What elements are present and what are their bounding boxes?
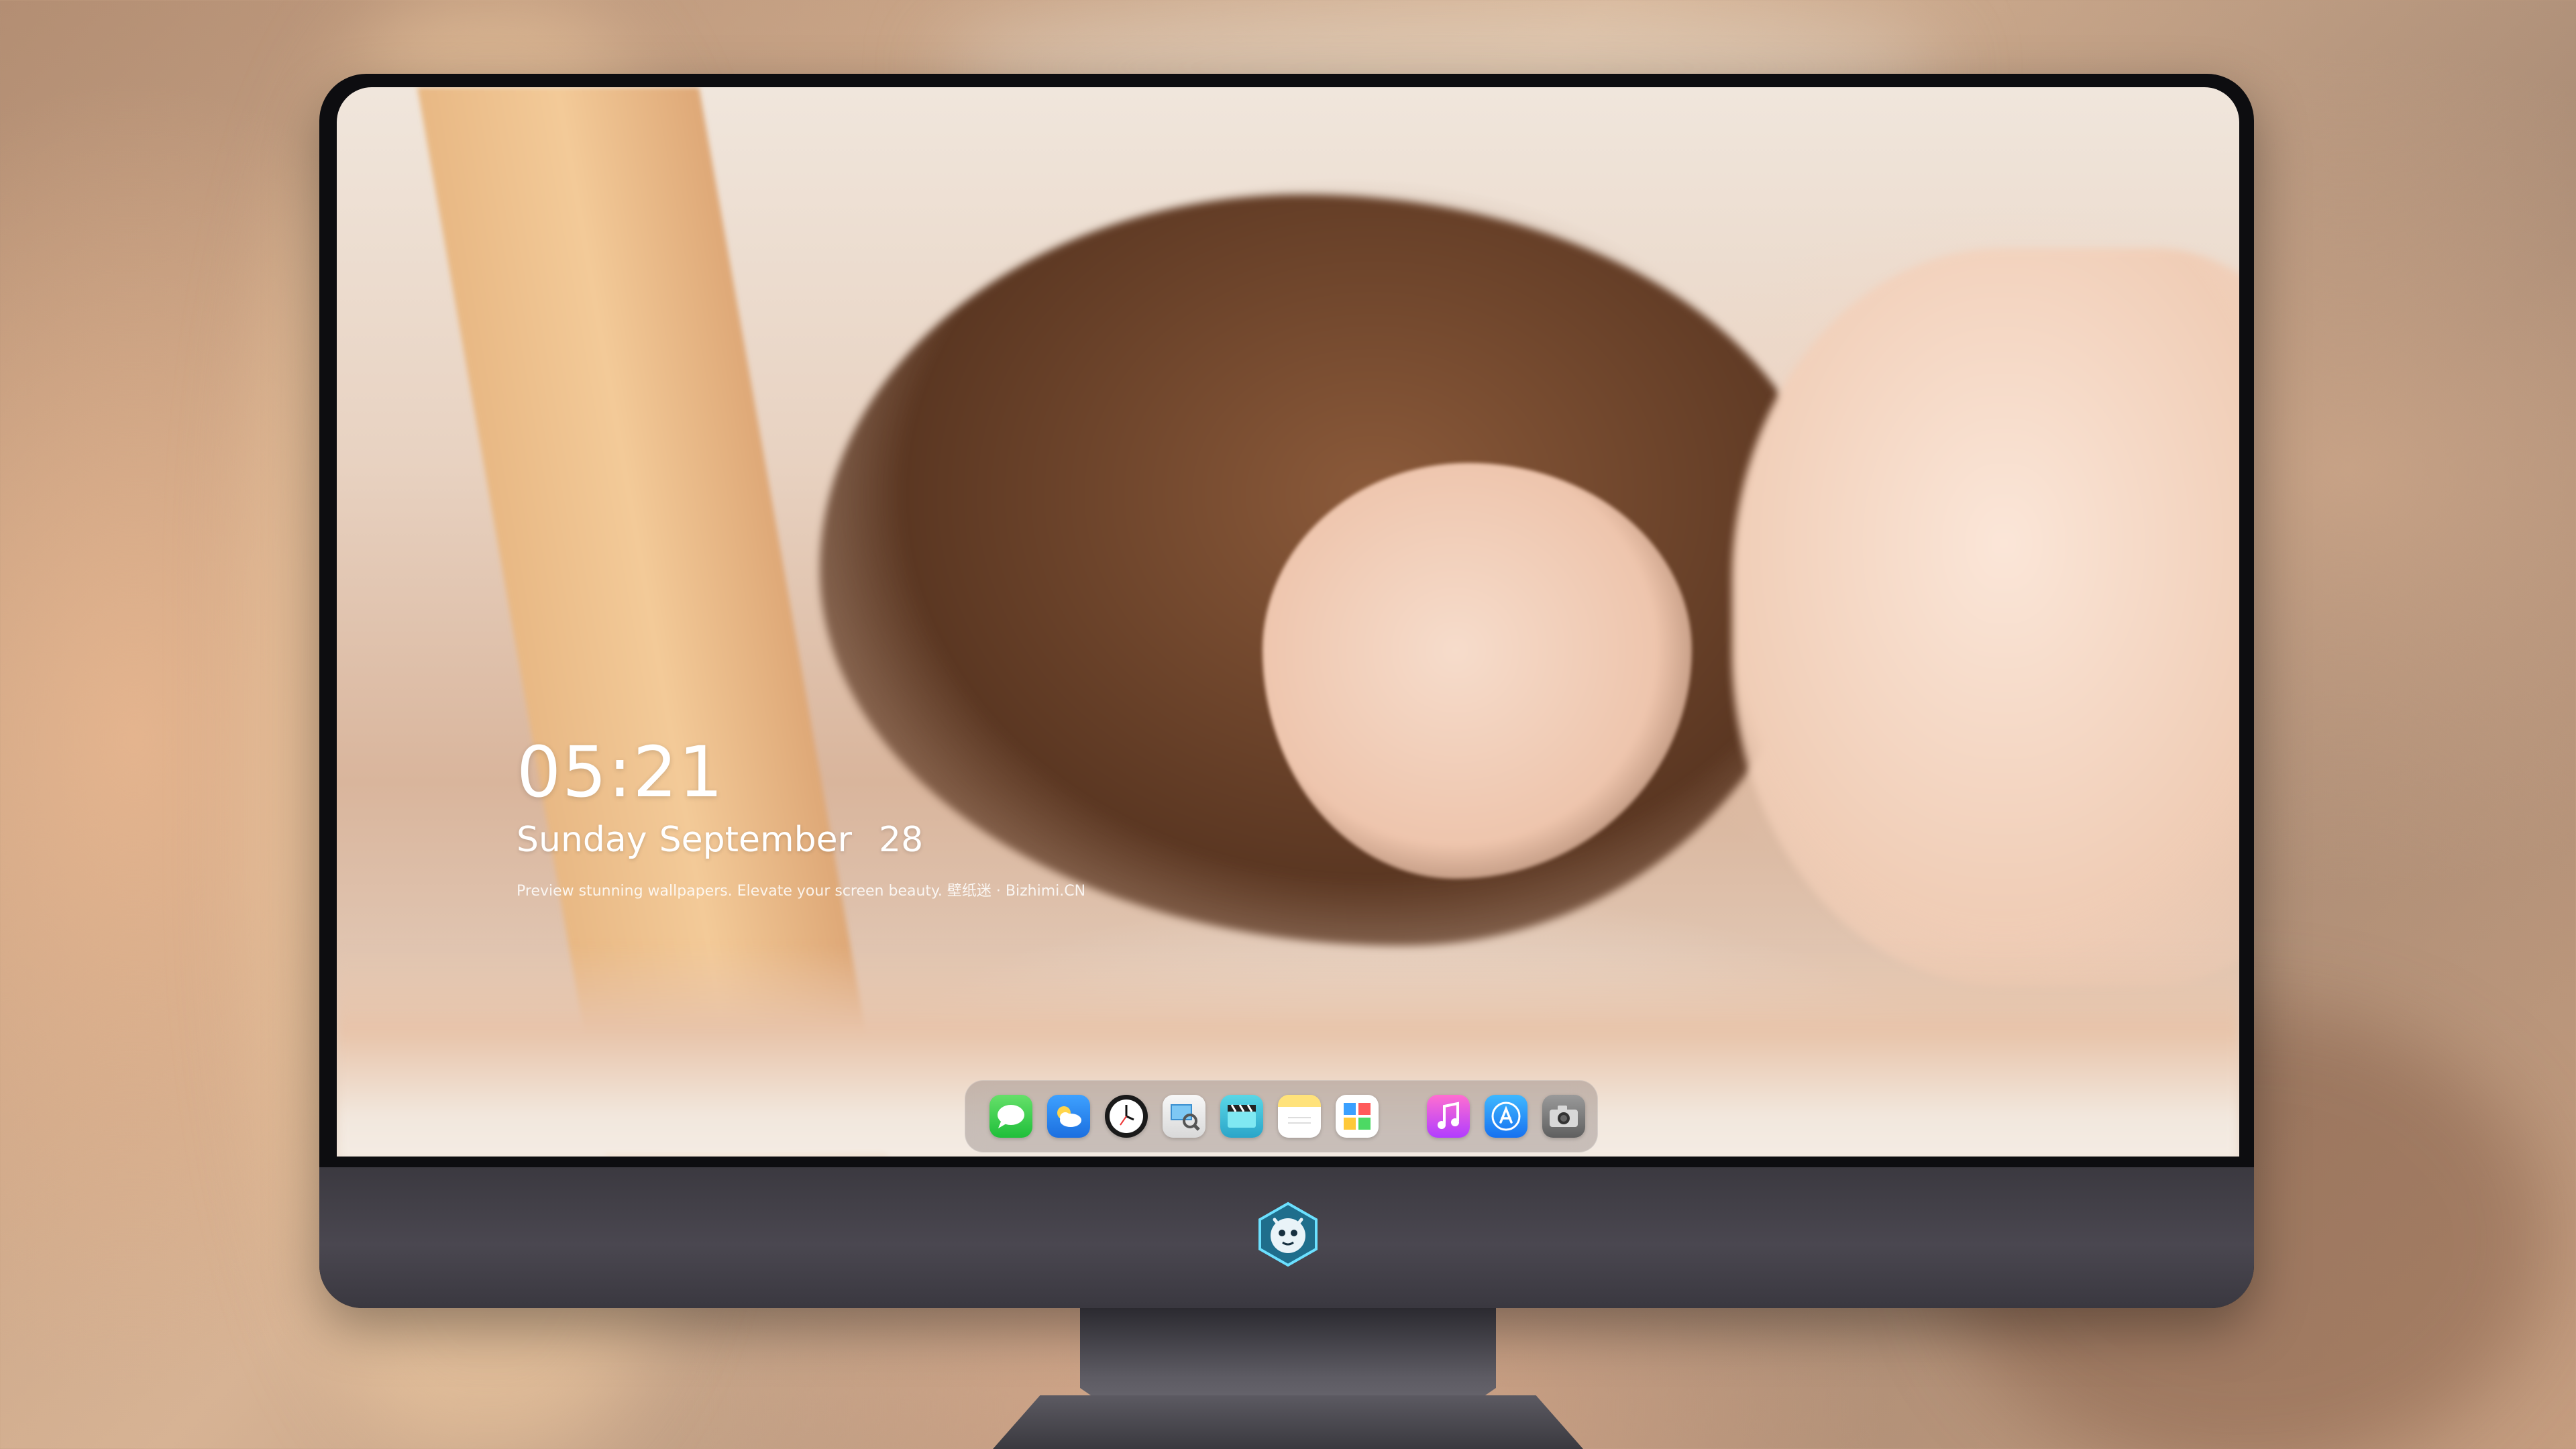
date-day: 28 — [879, 820, 924, 860]
dock — [965, 1080, 1598, 1152]
photos-icon[interactable] — [1336, 1095, 1379, 1138]
app-store-icon[interactable] — [1485, 1095, 1527, 1138]
date-weekday: Sunday — [517, 820, 647, 860]
screen — [337, 87, 2239, 1157]
date-month: September — [659, 820, 852, 860]
music-icon[interactable] — [1427, 1095, 1470, 1138]
camera-icon[interactable] — [1542, 1095, 1585, 1138]
monitor-stand-base — [993, 1395, 1583, 1449]
wallpaper-tagline: Preview stunning wallpapers. Elevate you… — [517, 883, 1086, 900]
clock-date: Sunday September 28 — [517, 820, 1085, 860]
weather-icon[interactable] — [1047, 1095, 1090, 1138]
dragon-mascot-logo — [1254, 1201, 1322, 1268]
wallpaper-shoulder — [1732, 248, 2239, 986]
preview-icon[interactable] — [1163, 1095, 1205, 1138]
claquette-icon[interactable] — [1220, 1095, 1263, 1138]
clock-icon[interactable] — [1105, 1095, 1148, 1138]
messages-icon[interactable] — [989, 1095, 1032, 1138]
notes-icon[interactable] — [1278, 1095, 1321, 1138]
clock-time: 05:21 — [517, 731, 724, 813]
lockscreen-clock: 05:21 Sunday September 28 Preview stunni… — [517, 731, 1085, 900]
